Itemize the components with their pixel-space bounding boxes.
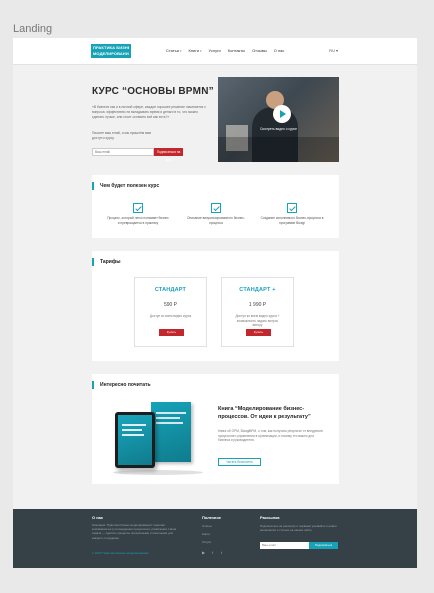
cover-line [122, 424, 146, 426]
nav-item-about[interactable]: О нас [274, 48, 285, 53]
language-label: RU [329, 48, 335, 53]
footer-subscribe-button[interactable]: Подписаться [309, 542, 338, 549]
site-logo[interactable]: ПРАКТИКА БИЗНЕС МОДЕЛИРОВАНИЯ [91, 44, 131, 58]
hero-description: «В бизнесе как и в личной сфере, каждое … [92, 105, 206, 119]
buy-button[interactable]: Купить [246, 329, 271, 336]
read-free-button[interactable]: Читать бесплатно [218, 458, 261, 466]
hero-note: Пишите ваш email, и мы пришлём вам досту… [92, 131, 151, 140]
checkbox-icon [211, 203, 221, 213]
tariff-card-standard: СТАНДАРТ 590 Р Доступ ко всем видео курс… [134, 277, 207, 347]
nav-item-reviews[interactable]: Отзывы [252, 48, 267, 53]
nav-item-services[interactable]: Услуги [208, 48, 220, 53]
benefit-text: Процесс, который легко понимает бизнес и… [107, 216, 169, 225]
video-table [218, 137, 339, 162]
cover-line [156, 417, 180, 419]
tariff-description: Доступ ко всем видео курса [149, 314, 192, 318]
hero-subscribe-button[interactable]: Подписаться на курс [154, 148, 183, 162]
chevron-down-icon: ▾ [335, 48, 338, 53]
frame-label: Landing [13, 23, 53, 35]
nav-label: Услуги [208, 48, 221, 53]
benefit-item: Описание визуализированного бизнес-проце… [184, 203, 248, 225]
youtube-icon[interactable]: ▶ [202, 550, 205, 555]
benefit-item: Создание исполнимого бизнес-процесса в п… [260, 203, 324, 225]
tariff-name: СТАНДАРТ [154, 287, 187, 293]
nav-item-books[interactable]: Книги▾ [188, 48, 201, 53]
language-selector[interactable]: RU ▾ [329, 48, 338, 53]
cover-line [156, 422, 183, 424]
chevron-down-icon: ▾ [179, 49, 182, 53]
nav-label: Отзывы [252, 48, 267, 53]
site-footer: О нас Компания “Практика бизнес моделиро… [13, 509, 417, 568]
hero-title: КУРС “ОСНОВЫ BPMN” [92, 86, 214, 97]
book-shadow [113, 470, 203, 475]
footer-link-books[interactable]: Книги [202, 532, 210, 536]
book-title: Книга “Моделирование бизнес-процессов. О… [218, 406, 311, 420]
book-description: Книга об ОРМ, BizagiBPM, о том, как полу… [218, 429, 323, 443]
nav-label: О нас [273, 48, 285, 53]
footer-newsletter-title: Рассылка [260, 515, 280, 520]
logo-line-2: МОДЕЛИРОВАНИЯ [93, 51, 129, 56]
benefits-title: Чем будет полезен курс [92, 182, 159, 190]
site-header: ПРАКТИКА БИЗНЕС МОДЕЛИРОВАНИЯ Статьи▾ Кн… [13, 38, 417, 65]
footer-useful-title: Полезное [202, 515, 222, 520]
tariff-card-standard-plus: СТАНДАРТ + 1 990 Р Доступ ко всем видео … [221, 277, 294, 347]
nav-item-contacts[interactable]: Контакты [228, 48, 245, 53]
checkbox-icon [287, 203, 297, 213]
checkbox-icon [133, 203, 143, 213]
reading-section: Интересно почитать Книга “Моделирование … [92, 374, 339, 484]
nav-item-articles[interactable]: Статьи▾ [166, 48, 181, 53]
cover-line [156, 412, 186, 414]
benefit-text: Создание исполнимого бизнес-процесса в п… [260, 216, 324, 225]
book-cover [151, 402, 191, 462]
book-cover-image [109, 402, 209, 478]
footer-link-services[interactable]: Услуги [202, 540, 211, 544]
landing-page: ПРАКТИКА БИЗНЕС МОДЕЛИРОВАНИЯ Статьи▾ Кн… [13, 38, 417, 568]
video-caption: Смотреть видео о курсе [260, 127, 297, 131]
tariff-price: 1 990 Р [248, 302, 267, 308]
buy-button[interactable]: Купить [159, 329, 184, 336]
tariffs-section: Тарифы СТАНДАРТ 590 Р Доступ ко всем вид… [92, 251, 339, 361]
footer-link-articles[interactable]: Статьи [202, 524, 212, 528]
twitter-icon[interactable]: t [221, 550, 222, 555]
nav-label: Книги [188, 48, 199, 53]
nav-label: Статьи [166, 48, 179, 53]
tariff-description: Доступ ко всем видео курса + возможность… [235, 314, 280, 327]
tariff-name: СТАНДАРТ + [239, 287, 276, 293]
hero-email-input[interactable] [92, 148, 154, 156]
benefit-text: Описание визуализированного бизнес-проце… [187, 216, 245, 225]
reading-title: Интересно почитать [92, 381, 151, 389]
tariff-price: 590 Р [163, 302, 178, 308]
tablet-device [115, 412, 155, 468]
benefits-section: Чем будет полезен курс Процесс, который … [92, 175, 339, 238]
tariffs-title: Тарифы [92, 258, 120, 266]
facebook-icon[interactable]: f [212, 550, 213, 555]
footer-about-link[interactable]: © 2017 Практика бизнес-моделирования [92, 551, 149, 555]
nav-label: Контакты [227, 48, 246, 53]
play-icon[interactable] [273, 105, 291, 123]
tablet-screen [118, 415, 152, 465]
footer-about-title: О нас [92, 515, 104, 520]
benefit-item: Процесс, который легко понимает бизнес и… [106, 203, 170, 225]
cover-line [122, 429, 142, 431]
chevron-down-icon: ▾ [199, 49, 202, 53]
footer-about-text: Компания “Практика бизнес моделирования”… [92, 523, 177, 540]
cover-line [122, 434, 144, 436]
footer-email-input[interactable] [260, 542, 309, 549]
main-nav: Статьи▾ Книги▾ Услуги Контакты Отзывы О … [166, 48, 284, 53]
footer-newsletter-text: Подпишитесь на рассылку и первыми узнава… [260, 524, 337, 533]
course-video[interactable]: Смотреть видео о курсе [218, 77, 339, 162]
